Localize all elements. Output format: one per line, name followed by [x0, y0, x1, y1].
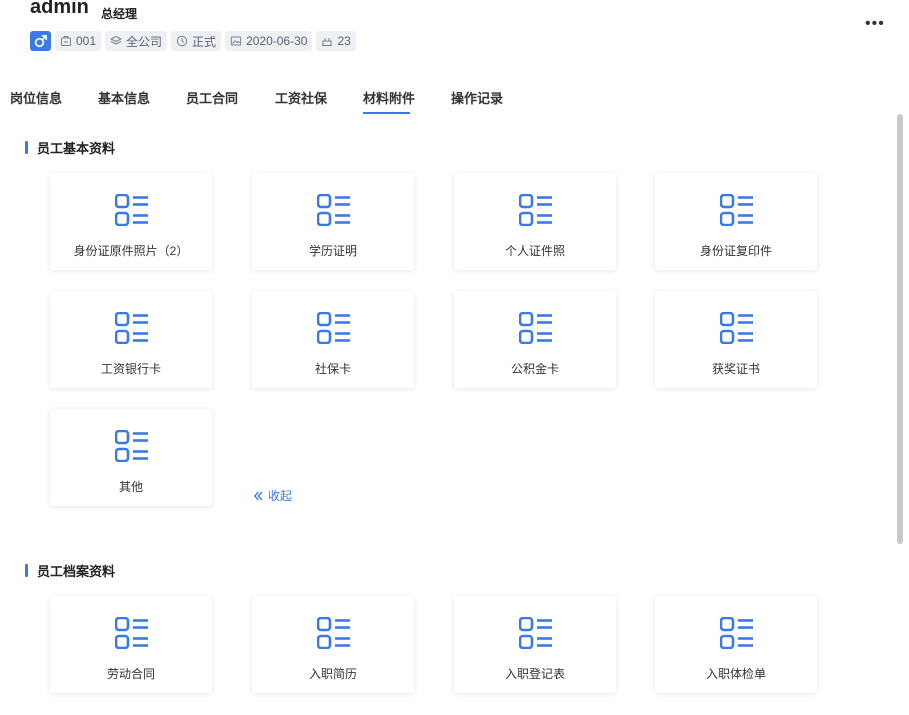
employment-status-badge: 正式: [171, 31, 222, 51]
document-card-label: 社保卡: [314, 362, 351, 376]
document-list-icon: [115, 430, 148, 462]
document-card[interactable]: 身份证复印件: [655, 173, 817, 270]
document-list-icon: [720, 194, 753, 226]
tab-operation-log[interactable]: 操作记录: [451, 88, 503, 107]
document-list-icon: [519, 312, 552, 344]
document-card-label: 劳动合同: [106, 667, 155, 681]
document-card[interactable]: 身份证原件照片（2）: [50, 173, 212, 270]
employee-badges: 001 全公司 正式 2020-06-30 23: [30, 31, 356, 51]
section-marker: [25, 564, 28, 577]
hire-date: 2020-06-30: [246, 34, 308, 48]
profile-tabs: 岗位信息 基本信息 员工合同 工资社保 材料附件 操作记录: [0, 80, 909, 116]
document-card[interactable]: 工资银行卡: [50, 291, 212, 388]
document-card[interactable]: 公积金卡: [454, 291, 616, 388]
document-list-icon: [317, 617, 350, 649]
document-card-label: 学历证明: [308, 244, 357, 258]
document-card-label: 工资银行卡: [100, 362, 161, 376]
section-basic-materials: 员工基本资料: [25, 138, 115, 157]
document-card-label: 获奖证书: [711, 362, 760, 376]
document-card-label: 入职简历: [308, 667, 357, 681]
calendar-image-icon: [230, 36, 242, 46]
document-list-icon: [115, 617, 148, 649]
employee-name: admin: [30, 0, 89, 18]
document-list-icon: [519, 617, 552, 649]
document-card-label: 入职体检单: [705, 667, 766, 681]
scrollbar-thumb[interactable]: [897, 114, 903, 544]
hire-date-badge: 2020-06-30: [225, 31, 313, 51]
document-list-icon: [720, 312, 753, 344]
collapse-label: 收起: [268, 489, 293, 503]
tab-basic-info[interactable]: 基本信息: [98, 88, 150, 107]
document-list-icon: [115, 312, 148, 344]
male-icon: [30, 31, 51, 51]
clock-icon: [176, 35, 188, 47]
document-card-label: 个人证件照: [504, 244, 565, 258]
document-list-icon: [720, 617, 753, 649]
active-tab-indicator: [363, 112, 410, 114]
double-chevron-left-icon: [254, 491, 263, 500]
document-card-label: 其他: [118, 480, 143, 494]
document-card[interactable]: 入职体检单: [655, 596, 817, 693]
age-badge: 23: [316, 31, 356, 51]
section-title: 员工档案资料: [37, 564, 116, 579]
document-list-icon: [317, 312, 350, 344]
employee-profile-page: admin 总经理 ••• 001 全公司 正式 2020-06-30 23 岗…: [0, 0, 909, 715]
document-list-icon: [317, 194, 350, 226]
tab-position-info[interactable]: 岗位信息: [10, 88, 62, 107]
company-scope: 全公司: [126, 34, 163, 49]
more-options-button[interactable]: •••: [865, 16, 885, 32]
document-card-label: 身份证原件照片（2）: [73, 244, 189, 258]
company-scope-badge: 全公司: [105, 31, 168, 51]
document-card[interactable]: 学历证明: [252, 173, 414, 270]
document-card[interactable]: 社保卡: [252, 291, 414, 388]
document-list-icon: [115, 194, 148, 226]
document-card-label: 入职登记表: [504, 667, 565, 681]
document-card[interactable]: 入职登记表: [454, 596, 616, 693]
section-archive-materials: 员工档案资料: [25, 561, 115, 580]
section-marker: [25, 141, 28, 154]
employment-status: 正式: [192, 34, 217, 49]
employee-role: 总经理: [101, 7, 138, 21]
document-card-label: 公积金卡: [510, 362, 559, 376]
document-card[interactable]: 入职简历: [252, 596, 414, 693]
document-card[interactable]: 个人证件照: [454, 173, 616, 270]
document-card[interactable]: 其他: [50, 409, 212, 506]
document-card[interactable]: 获奖证书: [655, 291, 817, 388]
document-card-label: 身份证复印件: [699, 244, 772, 258]
layers-icon: [110, 36, 122, 45]
id-card-icon: [61, 36, 71, 46]
section-title: 员工基本资料: [37, 141, 116, 156]
collapse-button[interactable]: 收起: [253, 487, 292, 504]
tab-salary-social-security[interactable]: 工资社保: [275, 88, 327, 107]
document-list-icon: [519, 194, 552, 226]
tab-employee-contract[interactable]: 员工合同: [186, 88, 238, 107]
tab-attachments[interactable]: 材料附件: [363, 88, 415, 107]
document-card[interactable]: 劳动合同: [50, 596, 212, 693]
employee-id-badge: 001: [55, 31, 102, 51]
age: 23: [337, 34, 351, 48]
employee-id: 001: [76, 34, 97, 48]
cake-icon: [322, 38, 333, 46]
